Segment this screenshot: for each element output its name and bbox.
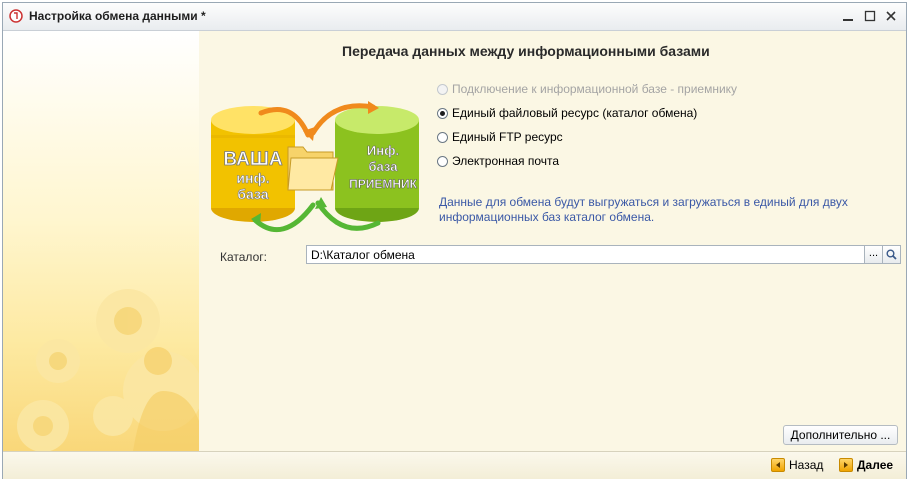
option-file-resource[interactable]: Единый файловый ресурс (каталог обмена) bbox=[437, 106, 697, 120]
dialog-window: Настройка обмена данными * Назад Далее bbox=[2, 2, 907, 479]
left-db-line-1: ВАША bbox=[223, 149, 283, 170]
wizard-sidebar bbox=[3, 31, 199, 451]
left-db-line-2: инф. bbox=[236, 170, 269, 186]
info-text: Данные для обмена будут выгружаться и за… bbox=[439, 195, 848, 224]
title-bar[interactable]: Настройка обмена данными * bbox=[3, 3, 906, 31]
arrow-right-icon bbox=[839, 458, 853, 472]
folder-icon bbox=[287, 146, 339, 191]
catalog-input[interactable]: D:\Каталог обмена bbox=[306, 245, 865, 264]
next-label: Далее bbox=[857, 458, 894, 472]
right-db-line-2: база bbox=[369, 159, 399, 174]
window-title: Настройка обмена данными * bbox=[29, 9, 206, 23]
arrow-left-icon bbox=[771, 458, 785, 472]
radio-button[interactable] bbox=[437, 155, 448, 167]
option-label: Единый файловый ресурс (каталог обмена) bbox=[452, 106, 698, 120]
option-ftp-resource[interactable]: Единый FTP ресурс bbox=[437, 130, 563, 144]
close-button[interactable] bbox=[882, 7, 900, 25]
catalog-label: Каталог: bbox=[220, 250, 267, 264]
back-button[interactable]: Назад bbox=[771, 458, 823, 472]
minimize-icon bbox=[843, 19, 853, 21]
close-icon bbox=[886, 11, 896, 21]
exchange-illustration: ВАША инф. база Инф. база ПРИЕМНИК bbox=[211, 101, 419, 232]
back-label: Назад bbox=[789, 458, 824, 472]
right-db-line-1: Инф. bbox=[367, 143, 399, 158]
page-heading: Передача данных между информационными ба… bbox=[342, 43, 710, 59]
gears-decoration-icon bbox=[17, 289, 199, 451]
option-connect-db[interactable]: Подключение к информационной базе - прие… bbox=[437, 82, 737, 96]
search-icon bbox=[886, 249, 897, 260]
maximize-icon bbox=[864, 10, 876, 22]
option-email[interactable]: Электронная почта bbox=[437, 154, 559, 168]
radio-button[interactable] bbox=[437, 131, 448, 143]
left-db-line-3: база bbox=[237, 186, 268, 202]
right-db-line-3: ПРИЕМНИК bbox=[349, 177, 418, 191]
option-label: Единый FTP ресурс bbox=[452, 130, 563, 144]
option-label: Электронная почта bbox=[452, 154, 560, 168]
more-settings-button[interactable]: Дополнительно ... bbox=[783, 425, 898, 445]
open-catalog-button[interactable] bbox=[883, 245, 901, 264]
maximize-button[interactable] bbox=[861, 7, 879, 25]
1c-app-icon[interactable] bbox=[9, 9, 23, 23]
option-label: Подключение к информационной базе - прие… bbox=[452, 82, 738, 96]
select-catalog-button[interactable]: ... bbox=[865, 245, 883, 264]
wizard-footer: Назад Далее bbox=[3, 451, 906, 479]
next-button[interactable]: Далее bbox=[839, 458, 893, 472]
minimize-button[interactable] bbox=[839, 7, 857, 25]
radio-button[interactable] bbox=[437, 83, 448, 95]
radio-button[interactable] bbox=[437, 107, 448, 119]
